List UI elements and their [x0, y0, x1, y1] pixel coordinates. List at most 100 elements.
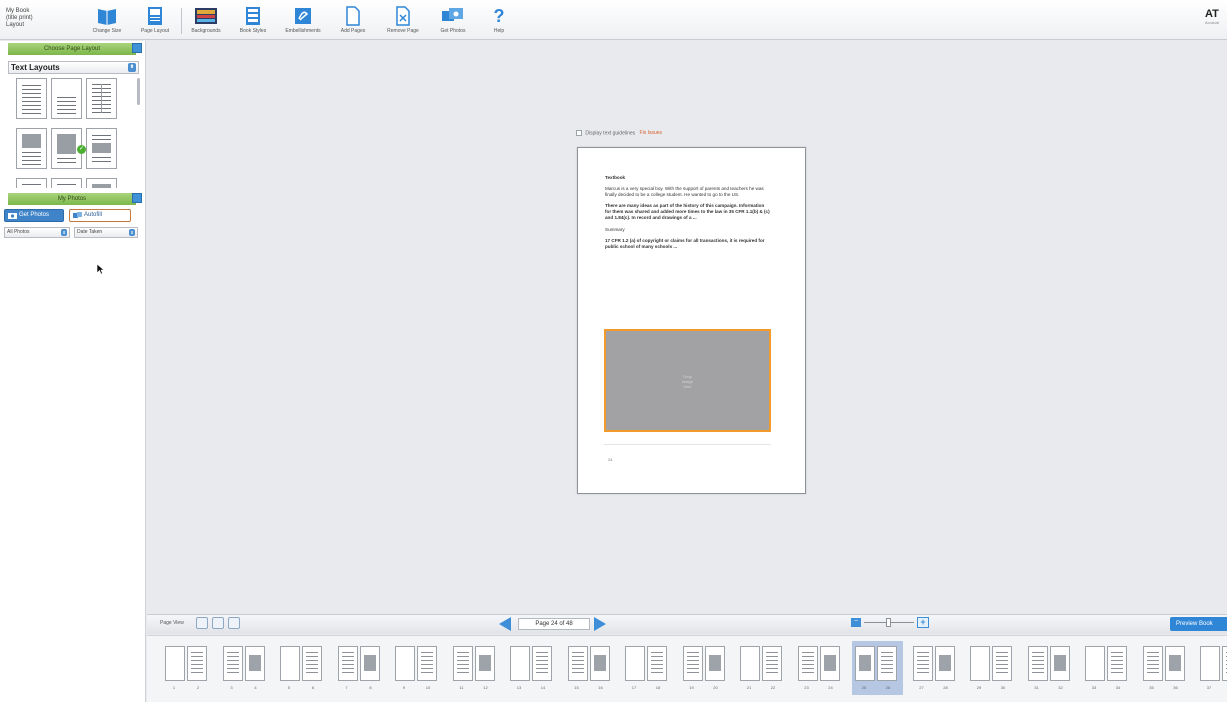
- page-spread-thumbnail[interactable]: 31 32: [1025, 641, 1076, 695]
- page-thumbnail[interactable]: [452, 646, 473, 681]
- zoom-out-icon[interactable]: −: [851, 618, 861, 627]
- guidelines-checkbox[interactable]: [576, 130, 582, 136]
- page-text-box[interactable]: Textbook Marcus is a very special boy. W…: [605, 175, 771, 255]
- page-thumbnail[interactable]: [1142, 646, 1163, 681]
- caption-text-box[interactable]: [604, 434, 771, 445]
- fix-issues-link[interactable]: Fix Issues: [640, 130, 663, 136]
- page-thumbnail[interactable]: [165, 646, 185, 681]
- page-thumbnail[interactable]: [589, 646, 610, 681]
- page-spread-thumbnail[interactable]: 19 20: [680, 641, 731, 695]
- preview-book-button[interactable]: Preview Book: [1170, 617, 1227, 631]
- grid-view-icon[interactable]: [228, 617, 240, 629]
- page-spread-thumbnail[interactable]: 12: [162, 641, 213, 695]
- layout-option[interactable]: [86, 128, 117, 169]
- page-thumbnail[interactable]: [797, 646, 818, 681]
- help-button[interactable]: ? Help: [484, 6, 514, 36]
- page-thumbnail[interactable]: [280, 646, 300, 681]
- page-thumbnail[interactable]: [704, 646, 725, 681]
- page-thumbnail[interactable]: [474, 646, 495, 681]
- layout-option[interactable]: [16, 128, 47, 169]
- layout-panel-pin-icon[interactable]: [132, 43, 142, 53]
- page-thumbnail[interactable]: [337, 646, 358, 681]
- image-placeholder[interactable]: Drop image here: [604, 329, 771, 432]
- page-spread-thumbnail[interactable]: 33 34: [1082, 641, 1133, 695]
- next-page-arrow-icon[interactable]: [594, 617, 606, 631]
- page-thumbnail[interactable]: [762, 646, 782, 681]
- layout-category-select[interactable]: Text Layouts ⬍: [8, 61, 139, 74]
- page-thumbnail[interactable]: [359, 646, 380, 681]
- zoom-slider-handle[interactable]: [886, 618, 891, 627]
- page-thumbnail[interactable]: [740, 646, 760, 681]
- page-thumbnail[interactable]: [877, 646, 897, 681]
- page-spread-thumbnail[interactable]: 21 22: [737, 641, 788, 695]
- page-thumbnail[interactable]: [970, 646, 990, 681]
- embellishments-button[interactable]: Embellishments: [283, 6, 323, 36]
- page-spread-thumbnail[interactable]: 13 14: [507, 641, 558, 695]
- page-thumbnail[interactable]: [532, 646, 552, 681]
- page-thumbnail[interactable]: [1200, 646, 1220, 681]
- spread-view-icon[interactable]: [212, 617, 224, 629]
- page-spread-thumbnail[interactable]: 27 28: [910, 641, 961, 695]
- autofill-button[interactable]: Autofill: [69, 209, 131, 222]
- get-photos-toolbar-button[interactable]: Get Photos: [433, 6, 473, 36]
- layout-option[interactable]: [86, 78, 117, 119]
- page-thumbnail[interactable]: [855, 646, 875, 681]
- page-thumbnail[interactable]: [417, 646, 437, 681]
- page-thumbnail[interactable]: [682, 646, 703, 681]
- page-spread-thumbnail[interactable]: 23 24: [795, 641, 846, 695]
- layout-option[interactable]: [51, 78, 82, 119]
- previous-page-arrow-icon[interactable]: [499, 617, 511, 631]
- page-thumbnail[interactable]: [1107, 646, 1127, 681]
- page-layout-button[interactable]: Page Layout: [136, 6, 174, 36]
- page-thumbnail[interactable]: [222, 646, 243, 681]
- page-thumbnail[interactable]: [510, 646, 530, 681]
- remove-page-button[interactable]: Remove Page: [383, 6, 423, 36]
- layout-option[interactable]: [51, 178, 82, 188]
- backgrounds-button[interactable]: Backgrounds: [189, 6, 223, 36]
- page-spread-thumbnail[interactable]: 34: [220, 641, 271, 695]
- layout-option[interactable]: [16, 178, 47, 188]
- zoom-in-icon[interactable]: +: [917, 617, 929, 628]
- add-pages-button[interactable]: Add Pages: [333, 6, 373, 36]
- page-spread-thumbnail[interactable]: 35 36: [1140, 641, 1191, 695]
- page-spread-thumbnail[interactable]: 29 30: [967, 641, 1018, 695]
- photos-panel-header[interactable]: My Photos: [8, 193, 136, 205]
- photo-sort-select[interactable]: Date Taken ⬍: [74, 227, 138, 238]
- book-page[interactable]: Textbook Marcus is a very special boy. W…: [577, 147, 806, 494]
- page-spread-thumbnail[interactable]: 37 38: [1197, 641, 1227, 695]
- page-spread-thumbnail[interactable]: 15 16: [565, 641, 616, 695]
- page-spread-thumbnail[interactable]: 25 26: [852, 641, 903, 695]
- page-thumbnail[interactable]: [647, 646, 667, 681]
- layout-scrollbar[interactable]: [137, 78, 140, 105]
- page-thumbnail[interactable]: [1222, 646, 1227, 681]
- layout-option[interactable]: [16, 78, 47, 119]
- book-styles-button[interactable]: Book Styles: [231, 6, 275, 36]
- page-spread-thumbnail[interactable]: 9 10: [392, 641, 443, 695]
- page-thumbnail[interactable]: [1027, 646, 1048, 681]
- page-thumbnail[interactable]: [1164, 646, 1185, 681]
- page-thumbnail[interactable]: [912, 646, 933, 681]
- page-thumbnail[interactable]: [625, 646, 645, 681]
- change-size-button[interactable]: Change Size: [84, 6, 130, 36]
- page-thumbnail[interactable]: [567, 646, 588, 681]
- get-photos-button[interactable]: Get Photos: [4, 209, 64, 222]
- single-page-view-icon[interactable]: [196, 617, 208, 629]
- page-spread-thumbnail[interactable]: 78: [335, 641, 386, 695]
- page-thumbnail[interactable]: [819, 646, 840, 681]
- page-spread-thumbnail[interactable]: 56: [277, 641, 328, 695]
- page-thumbnail[interactable]: [992, 646, 1012, 681]
- page-thumbnail[interactable]: [1085, 646, 1105, 681]
- layout-option[interactable]: [86, 178, 117, 188]
- page-thumbnail[interactable]: [395, 646, 415, 681]
- page-thumbnail[interactable]: [1049, 646, 1070, 681]
- photos-panel-pin-icon[interactable]: [132, 193, 142, 203]
- page-thumbnail[interactable]: [934, 646, 955, 681]
- page-spread-thumbnail[interactable]: 17 18: [622, 641, 673, 695]
- layout-panel-header[interactable]: Choose Page Layout: [8, 43, 136, 55]
- page-thumbnail[interactable]: [244, 646, 265, 681]
- page-spread-thumbnail[interactable]: 11 12: [450, 641, 501, 695]
- photo-filter-select[interactable]: All Photos ⬍: [4, 227, 70, 238]
- layout-option[interactable]: ✓: [51, 128, 86, 169]
- page-thumbnail[interactable]: [187, 646, 207, 681]
- page-thumbnail[interactable]: [302, 646, 322, 681]
